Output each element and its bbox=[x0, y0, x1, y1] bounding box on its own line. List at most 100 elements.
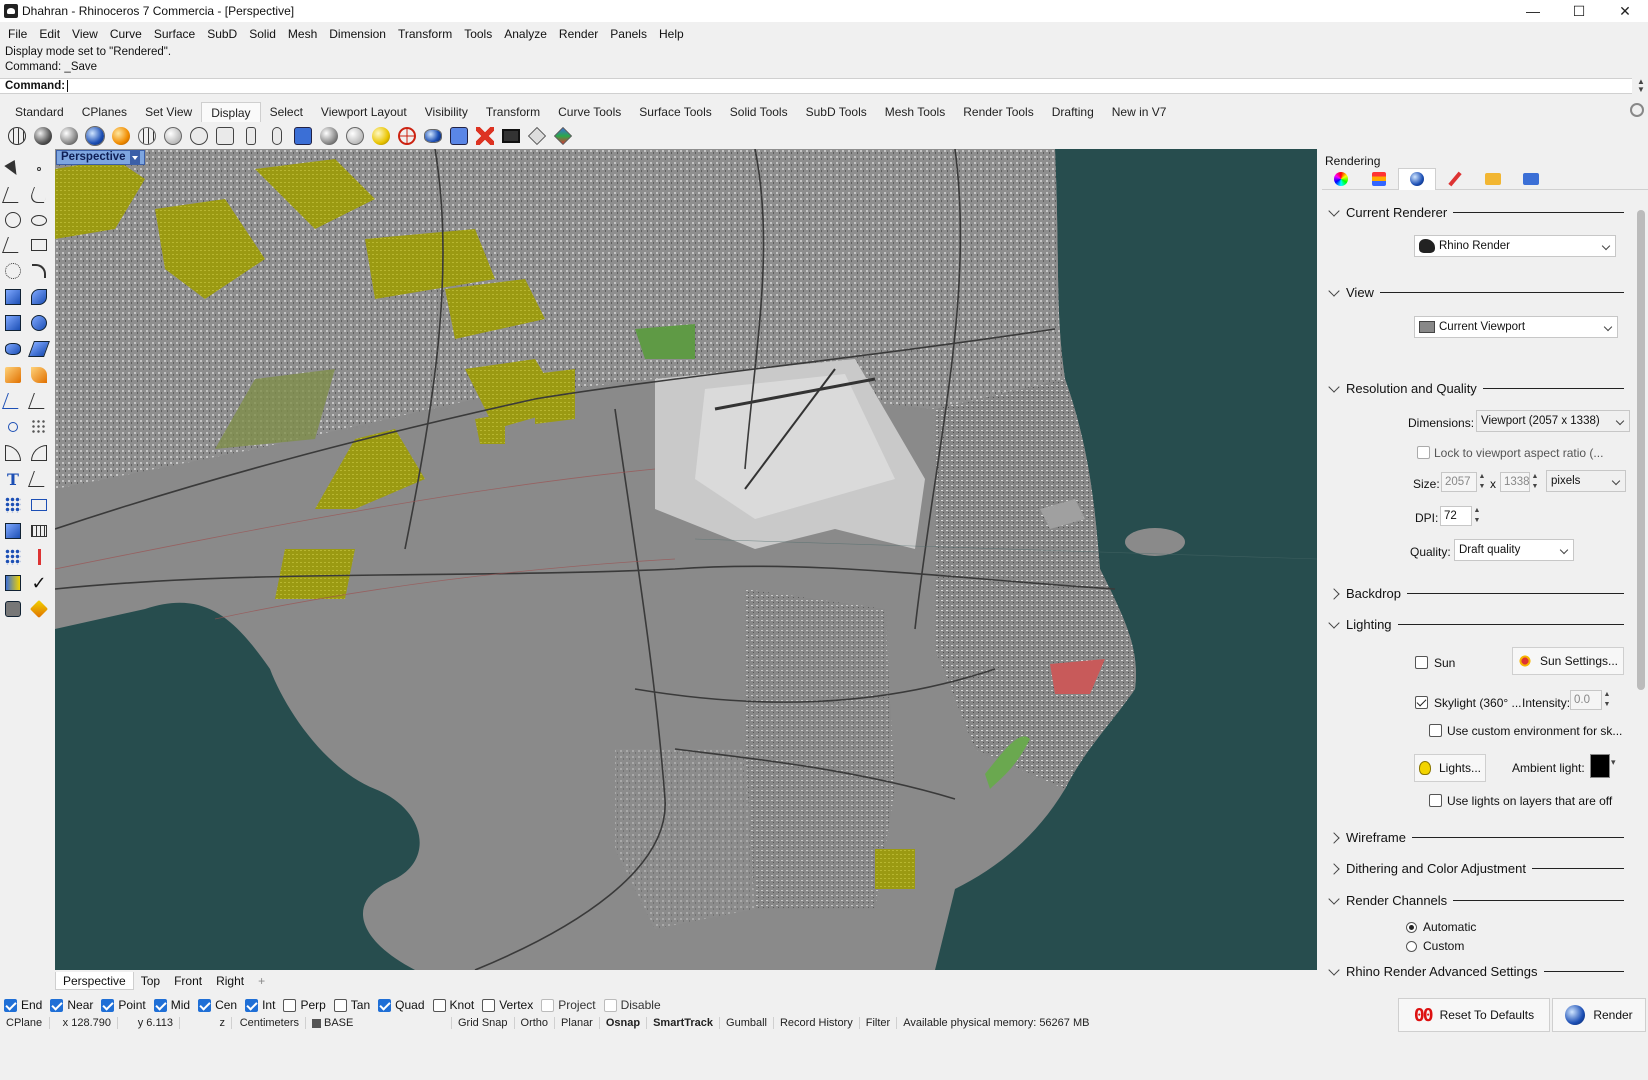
boolean-icon[interactable] bbox=[28, 312, 50, 334]
minimize-button[interactable]: — bbox=[1510, 0, 1556, 22]
status-layer[interactable]: BASE bbox=[306, 1017, 452, 1029]
rectangle-icon[interactable] bbox=[28, 234, 50, 256]
render-solid-icon[interactable] bbox=[2, 598, 24, 620]
tab-standard[interactable]: Standard bbox=[6, 102, 73, 122]
tab-curve-tools[interactable]: Curve Tools bbox=[549, 102, 630, 122]
dpi-spinner[interactable]: ▲ ▼ bbox=[1472, 506, 1482, 526]
offset-icon[interactable] bbox=[2, 442, 24, 464]
tab-new-in-v7[interactable]: New in V7 bbox=[1103, 102, 1176, 122]
size-units-dropdown[interactable]: pixels bbox=[1546, 470, 1626, 492]
height-spinner[interactable]: ▲ ▼ bbox=[1530, 472, 1540, 492]
tab-drafting[interactable]: Drafting bbox=[1043, 102, 1103, 122]
panel-tab-named-views[interactable] bbox=[1512, 168, 1550, 190]
height-input[interactable]: 1338 bbox=[1500, 472, 1530, 492]
render-preview-icon[interactable] bbox=[422, 125, 444, 147]
circle-icon[interactable] bbox=[2, 209, 24, 231]
lighting-icon[interactable] bbox=[344, 125, 366, 147]
osnap-int[interactable]: Int bbox=[245, 998, 275, 1012]
maximize-button[interactable]: ☐ bbox=[1556, 0, 1602, 22]
artistic-icon[interactable] bbox=[214, 125, 236, 147]
osnap-vertex-checkbox[interactable] bbox=[482, 998, 496, 1012]
tab-viewport-layout[interactable]: Viewport Layout bbox=[312, 102, 416, 122]
xray-icon[interactable] bbox=[162, 125, 184, 147]
tab-set-view[interactable]: Set View bbox=[136, 102, 201, 122]
sun-checkbox[interactable] bbox=[1415, 656, 1428, 669]
tab-visibility[interactable]: Visibility bbox=[416, 102, 477, 122]
skylight-checkbox[interactable] bbox=[1415, 696, 1428, 709]
join-icon[interactable] bbox=[2, 416, 24, 438]
mesh-icon[interactable] bbox=[2, 364, 24, 386]
channels-automatic-radio[interactable] bbox=[1406, 922, 1417, 933]
viewport-tab-front[interactable]: Front bbox=[167, 972, 209, 990]
status-filter[interactable]: Filter bbox=[860, 1017, 898, 1029]
gumball-icon[interactable] bbox=[28, 546, 50, 568]
osnap-perp[interactable]: Perp bbox=[283, 998, 326, 1012]
lock-aspect-checkbox[interactable] bbox=[1417, 446, 1430, 459]
panel-tab-layers[interactable] bbox=[1360, 168, 1398, 190]
viewport-tab-top[interactable]: Top bbox=[134, 972, 167, 990]
menu-solid[interactable]: Solid bbox=[243, 27, 282, 41]
cplane-icon[interactable] bbox=[396, 125, 418, 147]
section-current-renderer[interactable]: Current Renderer bbox=[1328, 204, 1624, 220]
osnap-knot[interactable]: Knot bbox=[432, 998, 474, 1012]
status-record-history[interactable]: Record History bbox=[774, 1017, 860, 1029]
custom-environment-checkbox[interactable] bbox=[1429, 724, 1442, 737]
technical-icon[interactable] bbox=[188, 125, 210, 147]
osnap-tan[interactable]: Tan bbox=[333, 998, 370, 1012]
command-scroll-arrows[interactable]: ▲ ▼ bbox=[1634, 78, 1648, 94]
osnap-disable[interactable]: Disable bbox=[603, 998, 661, 1012]
extrude-icon[interactable] bbox=[28, 338, 50, 360]
group-icon[interactable] bbox=[2, 494, 24, 516]
ambient-color-swatch[interactable] bbox=[1590, 754, 1610, 778]
rendered-icon[interactable] bbox=[110, 125, 132, 147]
check-icon[interactable]: ✓ bbox=[28, 572, 50, 594]
tab-subd-tools[interactable]: SubD Tools bbox=[797, 102, 876, 122]
section-dithering[interactable]: Dithering and Color Adjustment bbox=[1328, 861, 1624, 876]
renderer-dropdown[interactable]: Rhino Render bbox=[1414, 235, 1616, 257]
menu-panels[interactable]: Panels bbox=[604, 27, 653, 41]
osnap-near[interactable]: Near bbox=[50, 998, 93, 1012]
polyline-icon[interactable] bbox=[2, 184, 24, 206]
osnap-quad[interactable]: Quad bbox=[378, 998, 425, 1012]
width-spinner[interactable]: ▲ ▼ bbox=[1477, 472, 1487, 492]
viewport-tab-perspective[interactable]: Perspective bbox=[55, 972, 134, 990]
panel-tab-rendering[interactable] bbox=[1398, 167, 1436, 190]
tab-cplanes[interactable]: CPlanes bbox=[73, 102, 136, 122]
osnap-disable-checkbox[interactable] bbox=[603, 998, 617, 1012]
osnap-vertex[interactable]: Vertex bbox=[482, 998, 533, 1012]
panel-scrollbar[interactable] bbox=[1637, 210, 1645, 690]
tab-surface-tools[interactable]: Surface Tools bbox=[630, 102, 721, 122]
ghosted-icon[interactable] bbox=[136, 125, 158, 147]
menu-dimension[interactable]: Dimension bbox=[323, 27, 392, 41]
width-input[interactable]: 2057 bbox=[1441, 472, 1477, 492]
osnap-end[interactable]: End bbox=[4, 998, 42, 1012]
pen-icon[interactable] bbox=[240, 125, 262, 147]
status-gumball[interactable]: Gumball bbox=[720, 1017, 774, 1029]
split-icon[interactable] bbox=[28, 416, 50, 438]
hatch-icon[interactable] bbox=[28, 520, 50, 542]
panel-tab-materials[interactable] bbox=[1436, 168, 1474, 190]
status-planar[interactable]: Planar bbox=[555, 1017, 600, 1029]
status-smarttrack[interactable]: SmartTrack bbox=[647, 1017, 721, 1029]
section-backdrop[interactable]: Backdrop bbox=[1328, 586, 1624, 601]
menu-view[interactable]: View bbox=[66, 27, 104, 41]
surface-from-curves-icon[interactable] bbox=[28, 286, 50, 308]
menu-tools[interactable]: Tools bbox=[458, 27, 498, 41]
shaded-icon[interactable] bbox=[58, 125, 80, 147]
raytraced-icon[interactable] bbox=[292, 125, 314, 147]
intensity-input[interactable]: 0.0 bbox=[1570, 690, 1602, 710]
intensity-spinner[interactable]: ▲ ▼ bbox=[1602, 690, 1612, 710]
shaded-icon[interactable] bbox=[32, 125, 54, 147]
ellipse-icon[interactable] bbox=[28, 209, 50, 231]
array-icon[interactable] bbox=[2, 546, 24, 568]
view-dropdown[interactable]: Current Viewport bbox=[1414, 316, 1618, 338]
osnap-mid-checkbox[interactable] bbox=[153, 998, 167, 1012]
viewport-menu-chevron-icon[interactable] bbox=[129, 151, 140, 164]
fillet-icon[interactable] bbox=[28, 260, 50, 282]
arc-icon[interactable] bbox=[2, 260, 24, 282]
move-icon[interactable] bbox=[2, 390, 24, 412]
menu-help[interactable]: Help bbox=[653, 27, 690, 41]
status-osnap[interactable]: Osnap bbox=[600, 1017, 648, 1029]
lights-layers-off-checkbox[interactable] bbox=[1429, 794, 1442, 807]
arctic-icon[interactable] bbox=[266, 125, 288, 147]
